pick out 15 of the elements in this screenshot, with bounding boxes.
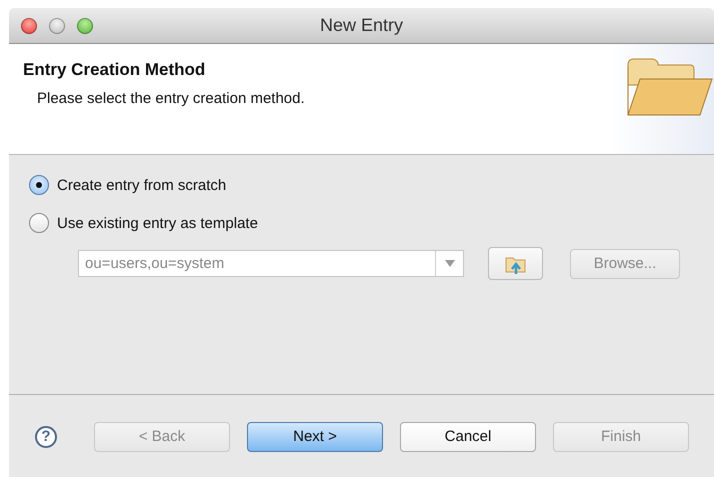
entry-picker-button[interactable] bbox=[488, 247, 543, 280]
zoom-button[interactable] bbox=[77, 18, 93, 34]
page-title: Entry Creation Method bbox=[23, 60, 206, 80]
minimize-button[interactable] bbox=[49, 18, 65, 34]
radio-label[interactable]: Use existing entry as template bbox=[57, 214, 258, 232]
radio-label[interactable]: Create entry from scratch bbox=[57, 176, 226, 194]
cancel-button[interactable]: Cancel bbox=[400, 422, 536, 452]
window-title: New Entry bbox=[320, 15, 404, 35]
dropdown-arrow-icon bbox=[444, 260, 454, 267]
close-button[interactable] bbox=[21, 18, 37, 34]
help-button[interactable]: ? bbox=[35, 426, 57, 448]
next-button[interactable]: Next > bbox=[247, 422, 383, 452]
radio-button[interactable] bbox=[29, 175, 49, 195]
page-description: Please select the entry creation method. bbox=[37, 90, 305, 107]
radio-button[interactable] bbox=[29, 213, 49, 233]
